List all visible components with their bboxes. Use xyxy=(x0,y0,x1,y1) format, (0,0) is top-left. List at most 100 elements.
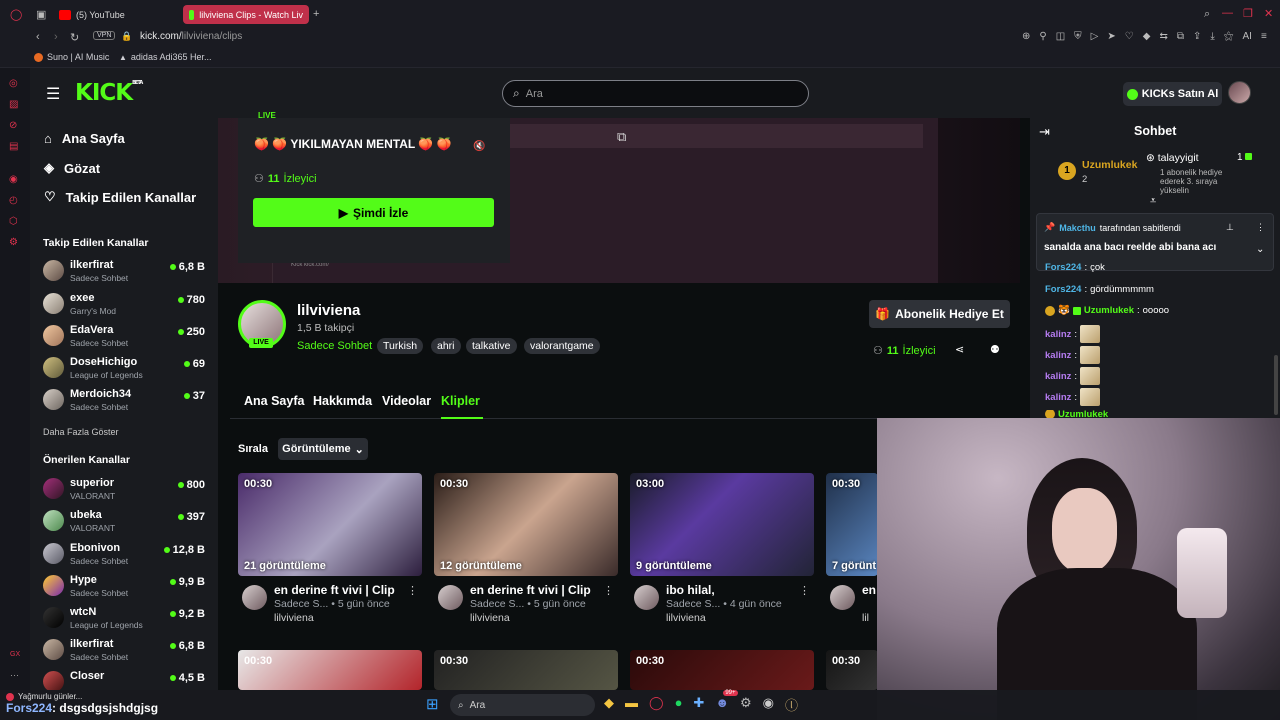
tab-youtube[interactable]: (5) YouTube xyxy=(53,5,179,24)
expand-leaderboard-icon[interactable]: ⩡ xyxy=(1150,195,1156,208)
play-icon[interactable]: ▷ xyxy=(1091,31,1099,42)
clip-channel-avatar[interactable] xyxy=(438,585,463,610)
more-options-icon[interactable]: ⋮ xyxy=(603,584,614,597)
nav-home[interactable]: ⌂ Ana Sayfa xyxy=(44,131,125,146)
sidebar-channel-item[interactable]: ilkerfirat Sadece Sohbet 6,8 B xyxy=(43,256,205,286)
sidebar-channel-item[interactable]: Merdoich34 Sadece Sohbet 37 xyxy=(43,385,205,415)
clip-thumbnail[interactable]: 00:30 xyxy=(434,650,618,690)
sidebar-channel-item[interactable]: ilkerfirat Sadece Sohbet 6,8 B xyxy=(43,635,205,665)
gift-subscription-button[interactable]: 🎁 Abonelik Hediye Et xyxy=(869,300,1010,328)
vpn-badge[interactable]: VPN xyxy=(93,31,116,40)
clip-channel-avatar[interactable] xyxy=(634,585,659,610)
settings-icon[interactable]: ⚙ xyxy=(9,237,18,248)
taskbar-search[interactable]: ⌕ Ara xyxy=(450,694,595,716)
shield-icon[interactable]: ⛨ xyxy=(1074,31,1082,42)
tag-chip[interactable]: Turkish xyxy=(377,338,424,354)
opera-gx-icon[interactable]: ◯ xyxy=(649,695,664,714)
chevron-down-icon[interactable]: ⌄ xyxy=(1256,244,1264,255)
leader-name[interactable]: Uzumlukek xyxy=(1082,159,1137,171)
clip-channel-avatar[interactable] xyxy=(242,585,267,610)
clip-thumbnail[interactable]: 03:00 9 görüntüleme xyxy=(630,473,814,576)
ai-icon[interactable]: ⚝ xyxy=(1224,31,1234,42)
spotify-icon[interactable]: ● xyxy=(675,695,683,714)
sort-dropdown[interactable]: Görüntüleme ⌄ xyxy=(278,438,368,460)
zoom-icon[interactable]: ⊕ xyxy=(1022,31,1030,42)
github-icon[interactable]: ◉ xyxy=(763,695,774,714)
tag-chip[interactable]: ahri xyxy=(431,338,461,354)
sidebar-channel-item[interactable]: EdaVera Sadece Sohbet 250 xyxy=(43,321,205,351)
clip-thumbnail[interactable]: 00:30 xyxy=(630,650,814,690)
channel-category[interactable]: Sadece Sohbet xyxy=(297,340,372,352)
sidebar-channel-item[interactable]: DoseHichigo League of Legends 69 xyxy=(43,353,205,383)
new-tab-icon[interactable]: + xyxy=(313,8,319,20)
user-avatar[interactable] xyxy=(1228,81,1251,104)
muted-icon[interactable]: 🔇 xyxy=(473,141,485,152)
heart-icon[interactable]: ♡ xyxy=(1125,31,1134,42)
copilot-icon[interactable]: ◆ xyxy=(604,695,614,714)
sidebar-channel-item[interactable]: Closer 4,5 B xyxy=(43,667,205,692)
search-input[interactable]: ⌕ Ara xyxy=(502,80,809,107)
clip-thumbnail[interactable]: 00:30 xyxy=(238,650,422,690)
sidebar-channel-item[interactable]: wtcN League of Legends 9,2 B xyxy=(43,603,205,633)
close-window-icon[interactable]: ✕ xyxy=(1264,7,1273,20)
sidebar-channel-item[interactable]: Hype Sadece Sohbet 9,9 B xyxy=(43,571,205,601)
tab-about[interactable]: Hakkımda xyxy=(313,394,372,408)
more-options-icon[interactable]: ⋮ xyxy=(407,584,418,597)
show-more-link[interactable]: Daha Fazla Göster xyxy=(43,427,119,437)
more-icon[interactable]: ⋯ xyxy=(10,670,19,681)
share-icon[interactable]: ⋖ xyxy=(955,343,964,356)
follow-user-icon[interactable]: ⚉ xyxy=(990,343,1000,356)
reload-icon[interactable]: ↻ xyxy=(70,31,79,44)
clip-thumbnail[interactable]: 00:30 xyxy=(826,650,878,690)
send-icon[interactable]: ➤ xyxy=(1107,31,1115,42)
opera-logo-icon[interactable]: ◯ xyxy=(10,8,22,21)
gx-icon[interactable]: ▨ xyxy=(9,99,18,110)
sidebar-channel-item[interactable]: ubeka VALORANT 397 xyxy=(43,506,205,536)
clip-channel-avatar[interactable] xyxy=(830,585,855,610)
notification-toast[interactable]: Yağmurlu günler... xyxy=(6,692,82,701)
maximize-icon[interactable]: ❐ xyxy=(1243,7,1253,20)
url-field[interactable]: kick.com/lilviviena/clips xyxy=(140,31,242,42)
cube-icon[interactable]: ⬡ xyxy=(9,216,18,227)
tab-manager-icon[interactable]: ▣ xyxy=(36,8,46,21)
ban-icon[interactable]: ⊘ xyxy=(9,120,18,131)
player-icon[interactable]: ◉ xyxy=(9,174,18,185)
clip-thumbnail[interactable]: 00:30 7 görünt xyxy=(826,473,878,576)
sidebar-channel-item[interactable]: superior VALORANT 800 xyxy=(43,474,205,504)
sidebar-channel-item[interactable]: Ebonivon Sadece Sohbet 12,8 B xyxy=(43,539,205,569)
tab-clips[interactable]: Klipler xyxy=(441,394,480,408)
bookmark-suno[interactable]: Suno | AI Music xyxy=(34,52,109,62)
diamond-icon[interactable]: ◆ xyxy=(1143,31,1151,42)
file-explorer-icon[interactable]: ▬ xyxy=(625,695,638,714)
history-icon[interactable]: ◴ xyxy=(9,195,18,206)
ai-label[interactable]: AI xyxy=(1243,31,1252,42)
windows-start-icon[interactable]: ⊞ xyxy=(426,695,439,713)
chat-scrollbar[interactable] xyxy=(1274,355,1278,415)
tab-kick[interactable]: lilviviena Clips - Watch Liv xyxy=(183,5,309,24)
discord-icon[interactable]: ☻ 99+ xyxy=(715,690,738,714)
more-options-icon[interactable]: ⋮ xyxy=(799,584,810,597)
second-user[interactable]: ⊛ talayyigit xyxy=(1146,152,1199,164)
back-icon[interactable]: ‹ xyxy=(36,31,40,43)
buy-kicks-button[interactable]: KICKs Satın Al xyxy=(1123,82,1222,106)
game-icon[interactable]: ✚ xyxy=(693,695,704,714)
kick-logo[interactable]: KICKBETA xyxy=(75,80,143,106)
popout-icon[interactable]: ⧉ xyxy=(617,129,626,145)
menu-lines-icon[interactable]: ≡ xyxy=(1261,31,1267,42)
aria-icon[interactable]: ◎ xyxy=(9,78,18,89)
tag-chip[interactable]: valorantgame xyxy=(524,338,600,354)
pinned-more-icon[interactable]: ⋮ xyxy=(1256,222,1265,233)
hamburger-icon[interactable]: ☰ xyxy=(46,84,60,104)
tab-home[interactable]: Ana Sayfa xyxy=(244,394,304,408)
league-icon[interactable]: ⓛ xyxy=(785,695,798,714)
clip-thumbnail[interactable]: 00:30 21 görüntüleme xyxy=(238,473,422,576)
puzzle-icon[interactable]: ⧉ xyxy=(1177,31,1184,42)
camera-icon[interactable]: ◫ xyxy=(1056,31,1065,42)
tab-videos[interactable]: Videolar xyxy=(382,394,431,408)
minimize-icon[interactable]: — xyxy=(1222,7,1233,19)
forward-icon[interactable]: › xyxy=(54,31,58,43)
watch-now-button[interactable]: ▶ Şimdi İzle xyxy=(253,198,494,227)
bookmark-adidas[interactable]: ▲ adidas Adi365 Her... xyxy=(119,52,211,62)
tag-chip[interactable]: talkative xyxy=(466,338,517,354)
settings-app-icon[interactable]: ⚙ xyxy=(740,695,752,714)
